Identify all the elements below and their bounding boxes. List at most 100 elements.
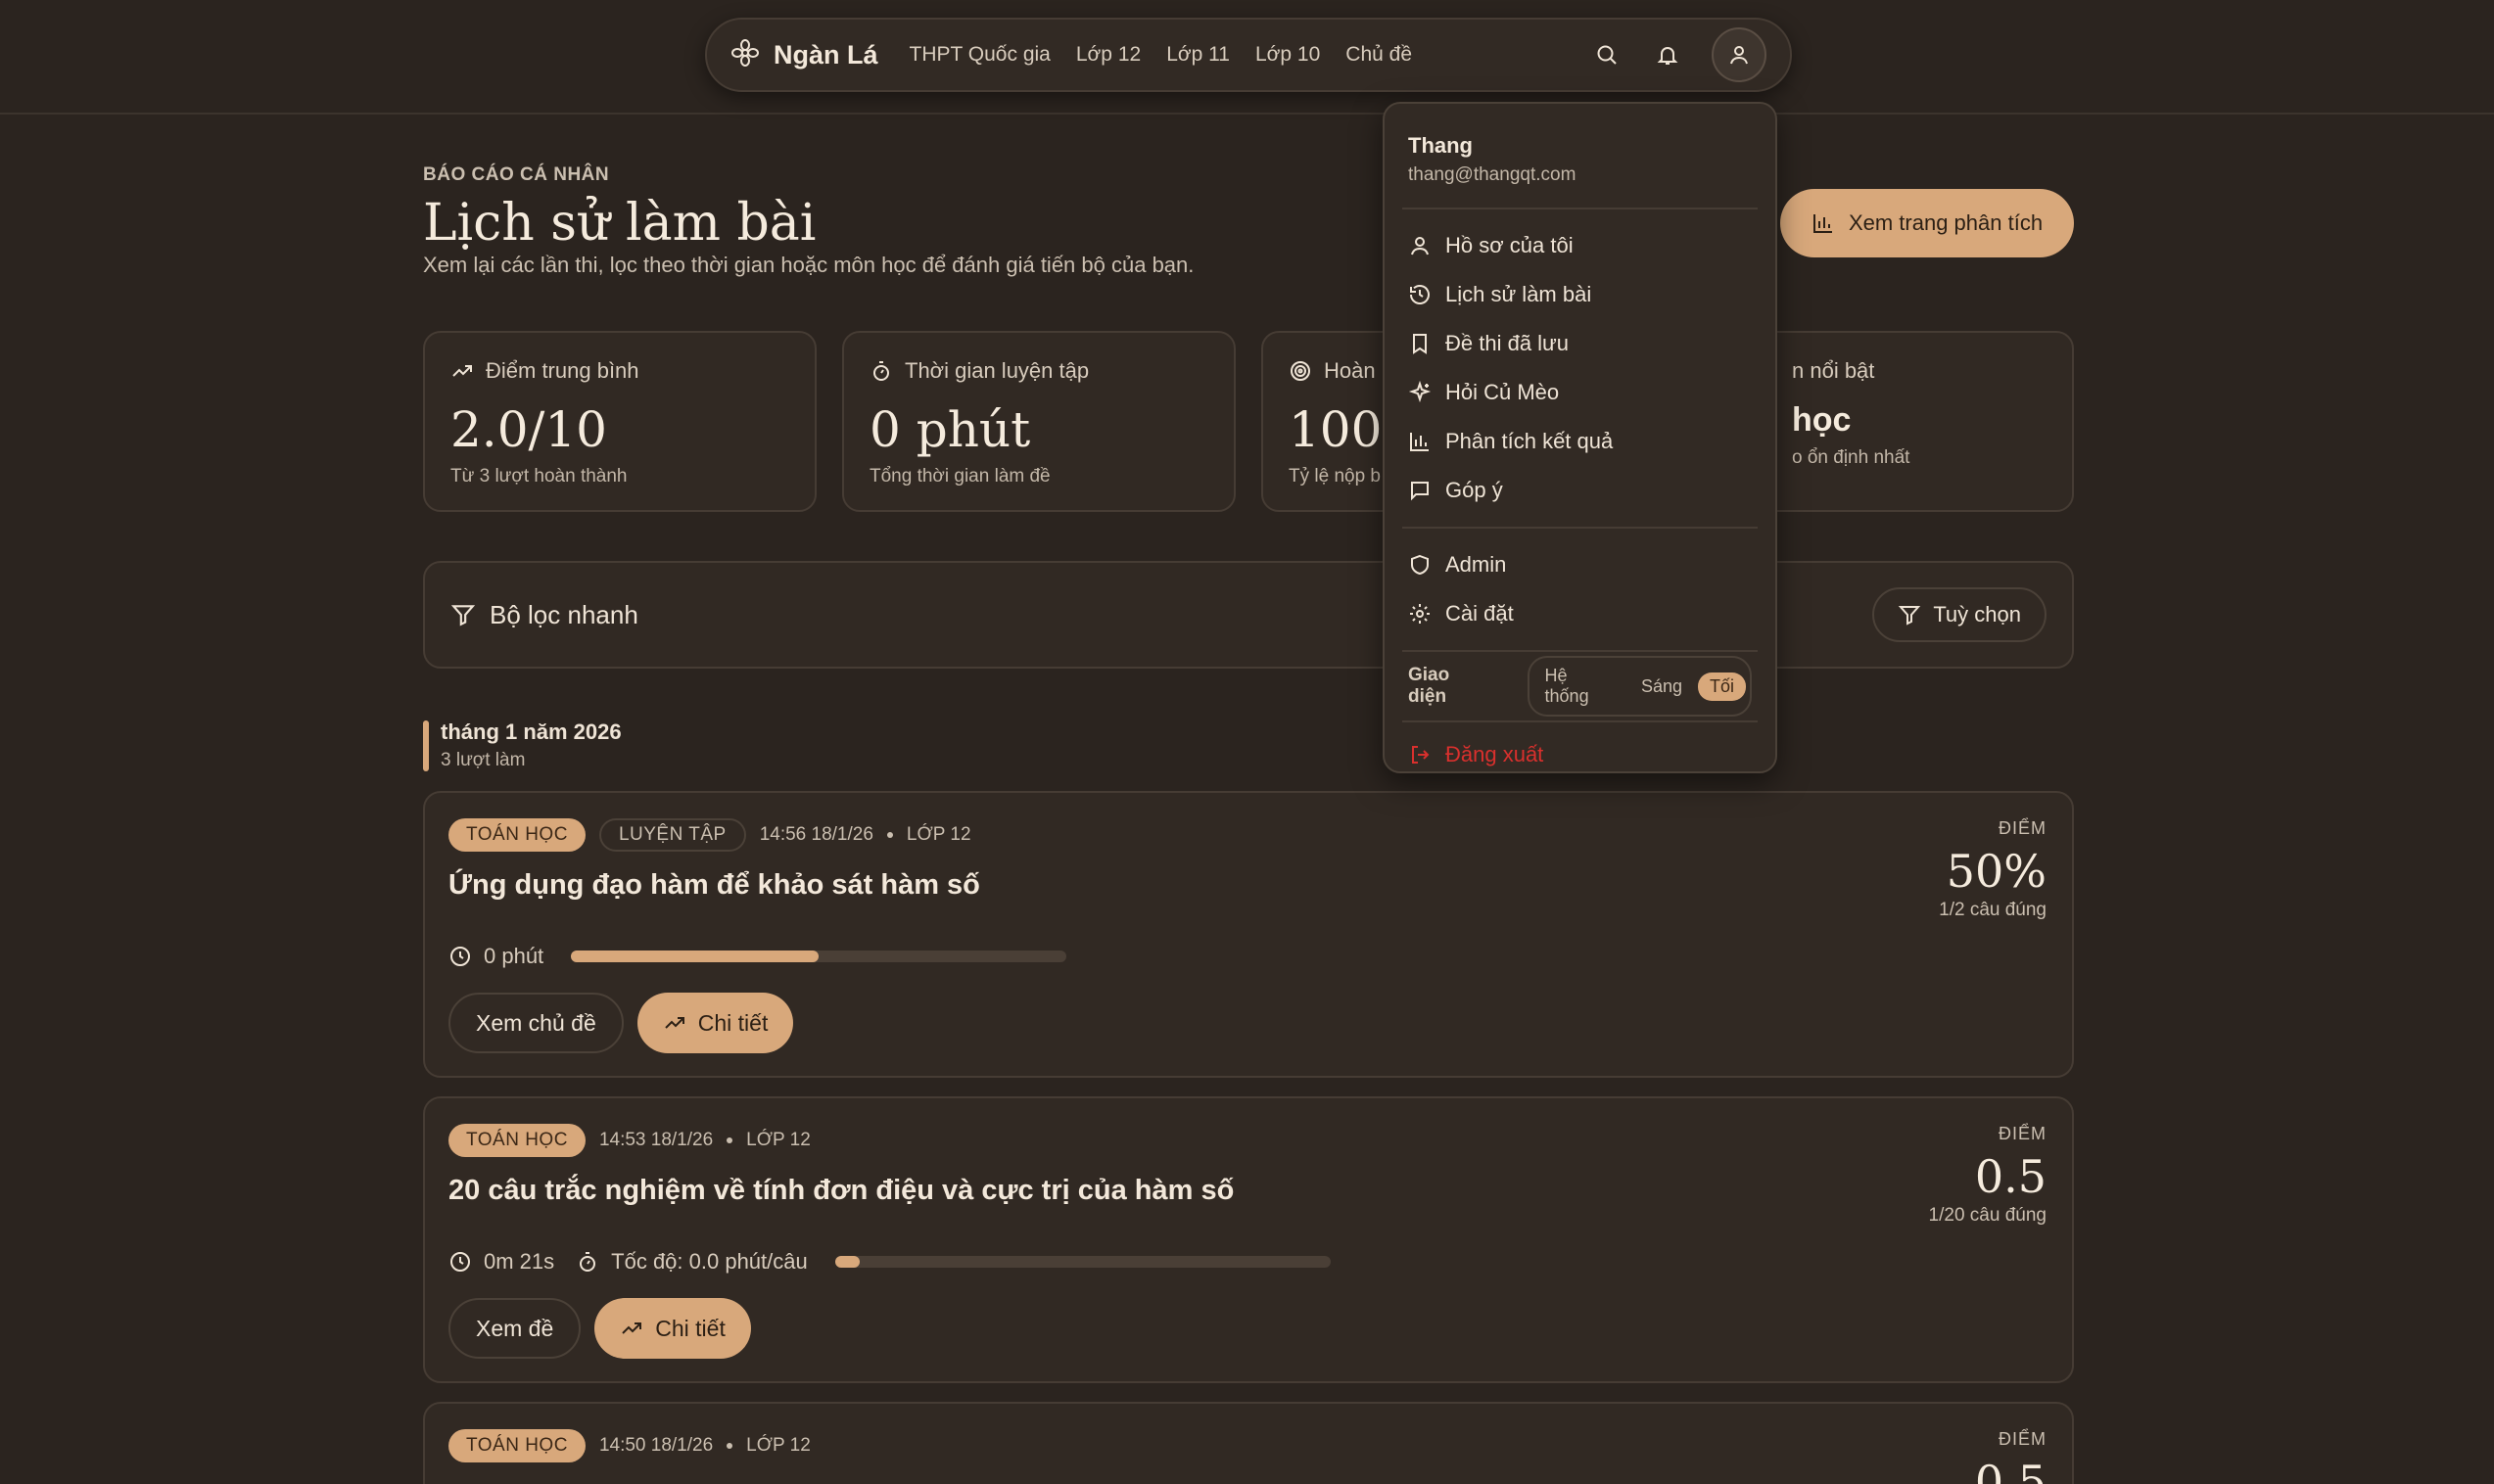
score-value: 0.5 bbox=[1974, 1456, 2047, 1484]
filter-icon bbox=[1899, 606, 1921, 626]
menu-user-name: Thang bbox=[1408, 133, 1473, 158]
logout-icon bbox=[1412, 746, 1430, 764]
attempt-speed: Tốc độ: 0.0 phút/câu bbox=[611, 1249, 808, 1274]
correct-count: 1/20 câu đúng bbox=[1928, 1205, 2047, 1226]
bell-icon[interactable] bbox=[1651, 38, 1684, 71]
bookmark-icon bbox=[1413, 334, 1427, 354]
history-icon bbox=[1410, 285, 1430, 304]
menu-item-admin[interactable]: Admin bbox=[1402, 540, 1758, 589]
stat-value: 2.0/10 bbox=[450, 401, 607, 458]
attempt-duration: 0m 21s bbox=[484, 1249, 555, 1274]
quick-filter-bar: Bộ lọc nhanh Tuỳ chọn bbox=[423, 561, 2074, 669]
user-icon bbox=[1411, 237, 1429, 255]
mode-badge: LUYỆN TẬP bbox=[598, 818, 746, 852]
correct-count: 1/2 câu đúng bbox=[1939, 900, 2047, 920]
menu-item-feedback[interactable]: Góp ý bbox=[1402, 466, 1758, 515]
page-eyebrow: BÁO CÁO CÁ NHÂN bbox=[423, 164, 610, 185]
score-progress-bar bbox=[834, 1256, 1331, 1268]
attempt-title: 20 câu trắc nghiệm về tính đơn điệu và c… bbox=[448, 1175, 1235, 1206]
stat-value: 0 phút bbox=[870, 401, 1031, 458]
bar-chart-icon bbox=[1410, 433, 1429, 451]
clock-icon bbox=[450, 1252, 470, 1272]
detail-button[interactable]: Chi tiết bbox=[636, 993, 794, 1053]
search-icon[interactable] bbox=[1590, 38, 1623, 71]
attempt-duration: 0 phút bbox=[484, 944, 544, 968]
stat-caption: Tổng thời gian làm đề bbox=[870, 466, 1051, 487]
view-topic-button[interactable]: Xem chủ đề bbox=[448, 993, 624, 1053]
stopwatch-icon bbox=[873, 361, 889, 381]
brand-name: Ngàn Lá bbox=[774, 39, 878, 70]
theme-label: Giao diện bbox=[1408, 665, 1450, 707]
attempt-time: 14:53 18/1/26 bbox=[598, 1130, 714, 1150]
attempt-title: Ứng dụng đạo hàm để khảo sát hàm số bbox=[448, 869, 980, 901]
theme-option-dark[interactable]: Tối bbox=[1697, 672, 1746, 701]
filter-options-button[interactable]: Tuỳ chọn bbox=[1872, 587, 2047, 642]
nav-link-chu-de[interactable]: Chủ đề bbox=[1345, 43, 1412, 67]
bar-chart-icon bbox=[1812, 214, 1832, 233]
menu-item-settings[interactable]: Cài đặt bbox=[1402, 589, 1758, 638]
theme-option-system[interactable]: Hệ thống bbox=[1533, 662, 1625, 711]
attempt-grade: LỚP 12 bbox=[746, 1130, 811, 1150]
score-value: 50% bbox=[1946, 845, 2047, 898]
score-value: 0.5 bbox=[1974, 1150, 2047, 1203]
stat-card-practice-time: Thời gian luyện tập 0 phút Tổng thời gia… bbox=[842, 331, 1236, 512]
sparkles-icon bbox=[1408, 381, 1432, 403]
filter-icon bbox=[450, 605, 476, 626]
menu-item-logout[interactable]: Đăng xuất bbox=[1408, 722, 1752, 787]
stat-caption: Từ 3 lượt hoàn thành bbox=[450, 466, 628, 487]
flower-logo-icon bbox=[730, 38, 760, 72]
attempt-card: TOÁN HỌC 14:50 18/1/26 LỚP 12 ĐIỂM 0.5 bbox=[423, 1402, 2074, 1484]
header-divider bbox=[0, 113, 2494, 115]
score-progress-fill bbox=[571, 951, 820, 962]
score-progress-fill bbox=[834, 1256, 861, 1268]
gear-icon bbox=[1410, 604, 1430, 624]
attempt-card: TOÁN HỌC 14:53 18/1/26 LỚP 12 20 câu trắ… bbox=[423, 1096, 2074, 1383]
nav-link-lop10[interactable]: Lớp 10 bbox=[1255, 43, 1320, 67]
attempt-time: 14:56 18/1/26 bbox=[759, 824, 873, 845]
theme-option-light[interactable]: Sáng bbox=[1629, 672, 1694, 701]
score-label: ĐIỂM bbox=[1999, 1124, 2047, 1143]
user-avatar-button[interactable] bbox=[1712, 27, 1766, 82]
separator-dot bbox=[727, 1137, 733, 1143]
score-progress-bar bbox=[571, 951, 1067, 962]
user-dropdown-menu: Thang thang@thangqt.com Hồ sơ của tôi Lị… bbox=[1383, 102, 1777, 773]
target-icon bbox=[1291, 361, 1310, 381]
attempt-grade: LỚP 12 bbox=[746, 1435, 811, 1456]
stat-card-average: Điểm trung bình 2.0/10 Từ 3 lượt hoàn th… bbox=[423, 331, 817, 512]
attempt-time: 14:50 18/1/26 bbox=[598, 1435, 714, 1456]
score-label: ĐIỂM bbox=[1999, 1429, 2047, 1449]
view-exam-button[interactable]: Xem đề bbox=[448, 1298, 582, 1359]
page-subtitle: Xem lại các lần thi, lọc theo thời gian … bbox=[423, 253, 1195, 277]
separator-dot bbox=[886, 832, 893, 838]
detail-button[interactable]: Chi tiết bbox=[594, 1298, 751, 1359]
month-accent-bar bbox=[423, 720, 429, 771]
clock-icon bbox=[450, 947, 470, 966]
month-title: tháng 1 năm 2026 bbox=[441, 719, 622, 744]
menu-item-saved-exams[interactable]: Đề thi đã lưu bbox=[1402, 319, 1758, 368]
separator-dot bbox=[727, 1443, 733, 1449]
brand[interactable]: Ngàn Lá bbox=[730, 38, 878, 72]
trending-up-icon bbox=[622, 1322, 642, 1334]
menu-item-ask-cu-meo[interactable]: Hỏi Củ Mèo bbox=[1402, 368, 1758, 417]
month-count: 3 lượt làm bbox=[441, 750, 526, 770]
menu-item-analysis[interactable]: Phân tích kết quả bbox=[1402, 417, 1758, 466]
view-analysis-button[interactable]: Xem trang phân tích bbox=[1780, 189, 2074, 257]
menu-user-email: thang@thangqt.com bbox=[1408, 164, 1576, 185]
theme-switch: Hệ thống Sáng Tối bbox=[1527, 656, 1752, 717]
nav-link-lop11[interactable]: Lớp 11 bbox=[1166, 43, 1230, 67]
trending-up-icon bbox=[665, 1017, 684, 1029]
attempt-card: TOÁN HỌC LUYỆN TẬP 14:56 18/1/26 LỚP 12 … bbox=[423, 791, 2074, 1078]
nav-link-lop12[interactable]: Lớp 12 bbox=[1076, 43, 1141, 67]
menu-item-profile[interactable]: Hồ sơ của tôi bbox=[1402, 221, 1758, 270]
stopwatch-icon bbox=[580, 1252, 596, 1272]
subject-badge: TOÁN HỌC bbox=[448, 1429, 586, 1462]
attempt-grade: LỚP 12 bbox=[906, 824, 971, 845]
score-label: ĐIỂM bbox=[1999, 818, 2047, 838]
shield-icon bbox=[1411, 554, 1429, 576]
user-icon bbox=[1730, 46, 1748, 65]
nav-link-thpt[interactable]: THPT Quốc gia bbox=[910, 43, 1051, 67]
subject-badge: TOÁN HỌC bbox=[448, 1124, 586, 1157]
page-title: Lịch sử làm bài bbox=[423, 194, 817, 253]
menu-item-history[interactable]: Lịch sử làm bài bbox=[1402, 270, 1758, 319]
subject-badge: TOÁN HỌC bbox=[448, 818, 586, 852]
